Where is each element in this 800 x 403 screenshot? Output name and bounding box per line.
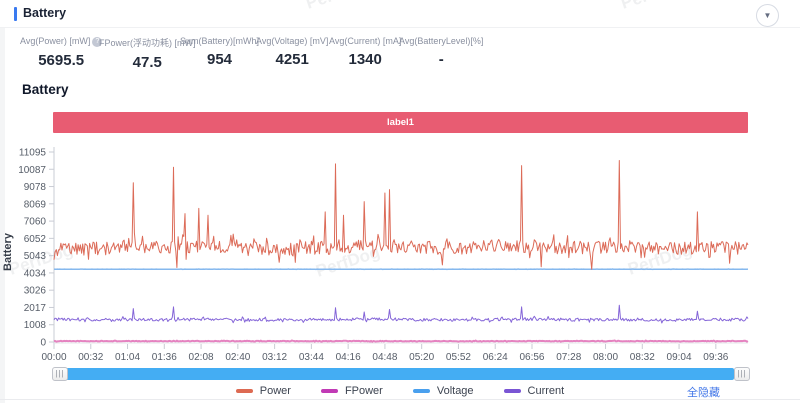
current-swatch-icon	[503, 388, 521, 393]
series-power[interactable]	[53, 160, 749, 270]
x-tick-label: 05:20	[409, 352, 434, 363]
chart-legend: Power FPower Voltage Current	[0, 383, 800, 398]
x-tick-label: 01:04	[115, 352, 140, 363]
stat-sum-battery: Sum(Battery)[mWh] 954	[180, 36, 259, 68]
battery-chart[interactable]: 0 1008 2017 3026 4034 5043 6052 7060 8069 9078 100…	[0, 140, 800, 368]
y-tick-label: 1008	[24, 320, 47, 331]
x-tick-label: 00:00	[41, 352, 66, 363]
stat-value: -	[438, 51, 444, 68]
fpower-swatch-icon	[320, 388, 338, 393]
y-tick-label: 4034	[24, 268, 47, 279]
legend-label: Voltage	[436, 384, 474, 397]
x-tick-label: 06:24	[483, 352, 508, 363]
watermark: PerfDog	[619, 0, 688, 14]
label1-banner[interactable]: label1	[53, 112, 748, 133]
chevron-down-icon: ▼	[763, 11, 772, 20]
scrollbar-right-handle[interactable]: |||	[734, 367, 750, 381]
y-axis-title: Battery	[2, 232, 14, 271]
x-tick-label: 09:36	[703, 352, 728, 363]
x-tick-label: 04:16	[336, 352, 361, 363]
watermark: PerfDog	[304, 0, 373, 14]
power-swatch-icon	[235, 388, 253, 393]
legend-label: Current	[527, 384, 565, 397]
scrollbar-left-handle[interactable]: |||	[52, 367, 68, 381]
x-tick-label: 00:32	[78, 352, 103, 363]
section-title: Battery	[22, 82, 69, 97]
x-tick-label: 02:08	[189, 352, 214, 363]
x-tick-label: 03:12	[262, 352, 287, 363]
battery-panel: PerfDog PerfDog PerfDog PerfDog PerfDog …	[0, 0, 800, 403]
series-current[interactable]	[53, 304, 749, 324]
legend-label: Power	[259, 384, 291, 397]
y-tick-label: 9078	[24, 182, 47, 193]
stat-label: Avg(Current) [mA]	[329, 36, 402, 46]
y-tick-label: 10087	[18, 165, 46, 176]
header-divider	[0, 27, 800, 28]
bottom-divider	[0, 399, 800, 400]
legend-label: FPower	[344, 384, 383, 397]
y-tick-label: 0	[40, 338, 46, 349]
voltage-swatch-icon	[412, 388, 430, 393]
y-tick-label: 11095	[19, 148, 47, 159]
legend-item-voltage[interactable]: Voltage	[412, 384, 474, 397]
legend-item-fpower[interactable]: FPower	[320, 384, 383, 397]
scrollbar-track[interactable]	[66, 368, 734, 380]
x-tick-label: 08:00	[593, 352, 618, 363]
panel-title: Battery	[23, 6, 67, 20]
stat-label: Sum(Battery)[mWh]	[180, 36, 260, 46]
x-tick-label: 02:40	[225, 352, 250, 363]
x-tick-label: 01:36	[152, 352, 177, 363]
stat-value: 1340	[348, 51, 382, 68]
x-tick-label: 03:44	[299, 352, 324, 363]
stat-label: Avg(Power) [mW]	[20, 36, 91, 46]
y-tick-label: 5043	[24, 251, 47, 262]
x-tick-label: 09:04	[667, 352, 692, 363]
stat-avg-power: Avg(Power) [mW]? 5695.5	[20, 36, 103, 69]
hide-all-link[interactable]: 全隐藏	[687, 384, 720, 400]
y-tick-label: 2017	[24, 303, 47, 314]
stat-value: 954	[206, 51, 233, 68]
x-tick-label: 08:32	[630, 352, 655, 363]
x-tick-label: 04:48	[372, 352, 397, 363]
x-tick-label: 07:28	[556, 352, 581, 363]
legend-item-power[interactable]: Power	[235, 384, 291, 397]
y-tick-label: 3026	[24, 286, 47, 297]
collapse-button[interactable]: ▼	[756, 4, 779, 27]
stat-value: 5695.5	[38, 51, 85, 69]
stat-label: Avg(BatteryLevel)[%]	[399, 36, 484, 46]
y-tick-label: 7060	[24, 217, 47, 228]
stat-avg-current: Avg(Current) [mA] 1340	[329, 36, 401, 68]
x-tick-label: 05:52	[446, 352, 471, 363]
series-fpower[interactable]	[53, 339, 749, 343]
stat-avg-voltage: Avg(Voltage) [mV] 4251	[256, 36, 328, 68]
legend-item-current[interactable]: Current	[503, 384, 565, 397]
y-tick-label: 6052	[24, 234, 47, 245]
header-accent-bar	[14, 7, 17, 21]
x-tick-label: 06:56	[519, 352, 544, 363]
stat-value: 4251	[275, 51, 309, 68]
y-tick-label: 8069	[24, 199, 47, 210]
stat-label: Avg(Voltage) [mV]	[256, 36, 329, 46]
stat-avg-battery-level: Avg(BatteryLevel)[%] -	[399, 36, 483, 68]
